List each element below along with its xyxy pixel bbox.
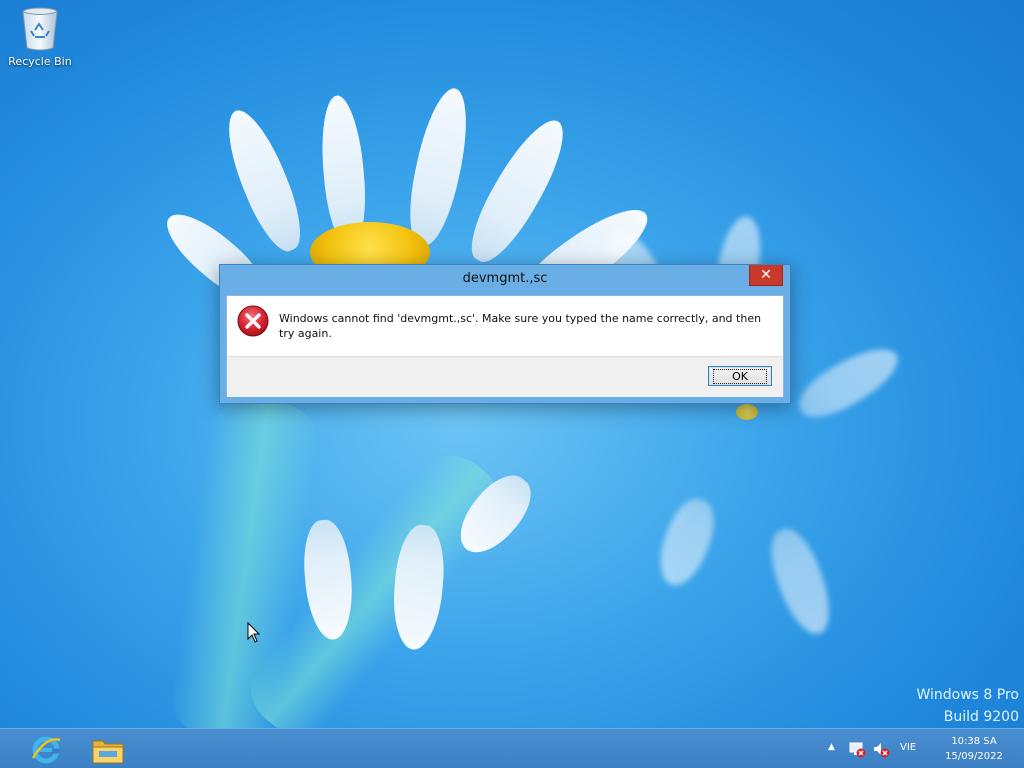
dialog-content: Windows cannot find 'devmgmt.,sc'. Make … xyxy=(226,295,784,397)
close-button[interactable]: ✕ xyxy=(749,265,783,286)
watermark-edition: Windows 8 Pro xyxy=(916,687,1019,703)
error-icon xyxy=(237,305,269,337)
dialog-titlebar[interactable]: devmgmt.,sc ✕ xyxy=(220,265,790,295)
taskbar-file-explorer[interactable] xyxy=(80,731,136,768)
recycle-bin-icon xyxy=(22,7,58,51)
dialog-message: Windows cannot find 'devmgmt.,sc'. Make … xyxy=(279,312,762,340)
system-tray: ▲ VIE 10:38 SA 15/09/2022 xyxy=(814,729,1024,768)
wallpaper-flower-center xyxy=(736,404,758,420)
dialog-message-area: Windows cannot find 'devmgmt.,sc'. Make … xyxy=(227,296,783,356)
network-disconnected-icon[interactable] xyxy=(848,740,866,758)
close-icon: ✕ xyxy=(760,267,772,283)
clock[interactable]: 10:38 SA 15/09/2022 xyxy=(932,734,1016,764)
input-language-indicator[interactable]: VIE xyxy=(900,742,916,753)
recycle-bin-shortcut[interactable]: Recycle Bin xyxy=(6,6,74,76)
dialog-title: devmgmt.,sc xyxy=(462,271,548,286)
ok-button-label: OK xyxy=(713,368,767,384)
recycle-bin-label: Recycle Bin xyxy=(8,55,72,68)
desktop: Recycle Bin Windows 8 Pro Build 9200 dev… xyxy=(0,0,1024,768)
wallpaper-petal xyxy=(761,522,841,641)
file-explorer-icon xyxy=(92,740,124,764)
wallpaper-petal xyxy=(790,336,907,429)
mouse-cursor-icon xyxy=(247,622,261,643)
ok-button[interactable]: OK xyxy=(708,366,772,386)
volume-muted-icon[interactable] xyxy=(872,740,890,758)
watermark-build: Build 9200 xyxy=(943,709,1019,725)
chevron-up-icon[interactable]: ▲ xyxy=(828,742,835,752)
wallpaper-petal xyxy=(650,492,723,593)
wallpaper-petal xyxy=(400,83,477,250)
internet-explorer-icon xyxy=(31,736,61,764)
dialog-button-area: OK xyxy=(227,356,783,397)
taskbar: ▲ VIE 10:38 SA 15/09/2022 xyxy=(0,728,1024,768)
clock-time: 10:38 SA xyxy=(951,736,997,747)
windows-watermark: Windows 8 Pro Build 9200 xyxy=(916,684,1019,728)
error-dialog: devmgmt.,sc ✕ Windows cannot find 'devmg… xyxy=(219,264,791,404)
wallpaper-petal xyxy=(215,102,313,259)
taskbar-internet-explorer[interactable] xyxy=(18,731,74,768)
clock-date: 15/09/2022 xyxy=(945,751,1003,762)
